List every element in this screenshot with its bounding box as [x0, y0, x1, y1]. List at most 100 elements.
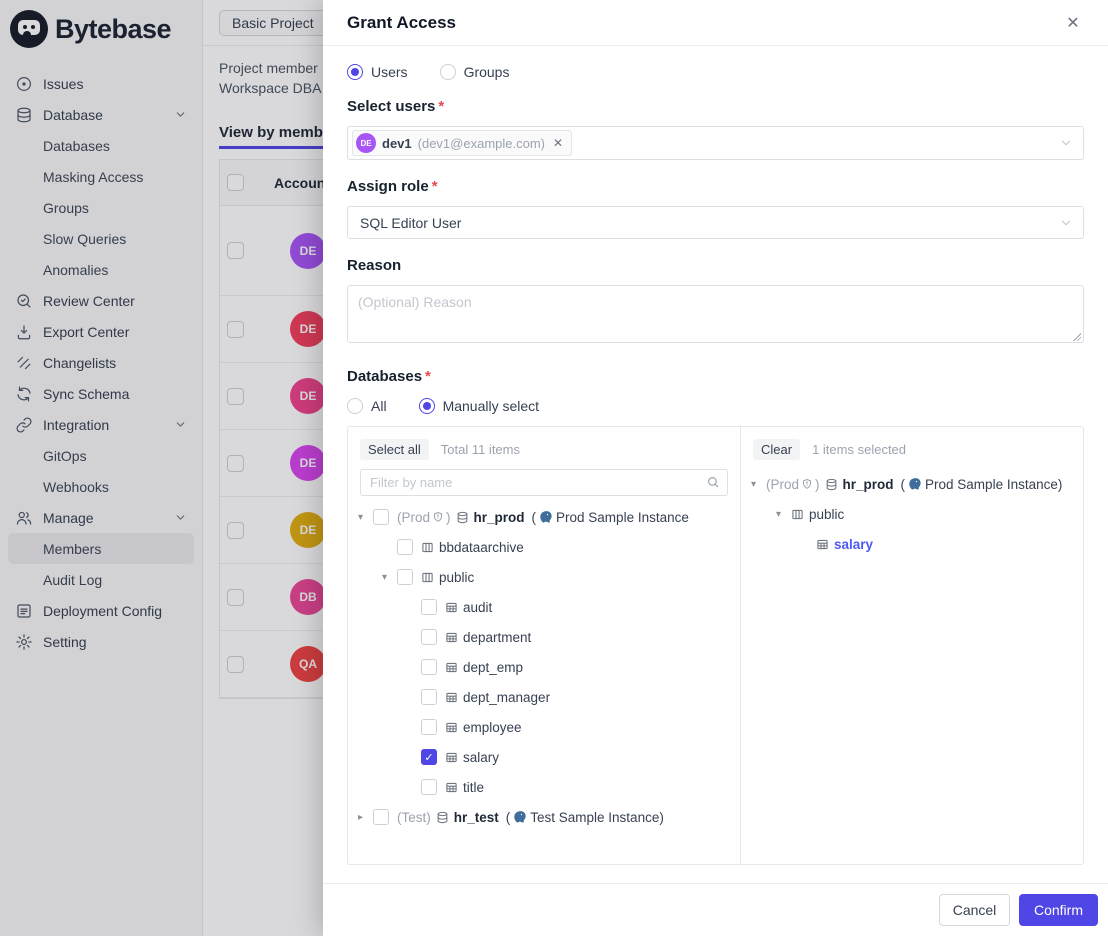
required-asterisk: *: [438, 98, 444, 115]
transfer-selected-panel: Clear 1 items selected ▾(Prod )hr_prod( …: [741, 427, 1083, 864]
tree-row-hr_prod[interactable]: ▾(Prod )hr_prod( Prod Sample Instance: [348, 502, 740, 532]
assign-role-select[interactable]: SQL Editor User: [347, 206, 1084, 239]
chip-user-email: (dev1@example.com): [418, 136, 545, 151]
databases-label: Databases*: [347, 368, 1084, 388]
source-tree: ▾(Prod )hr_prod( Prod Sample Instancebbd…: [348, 502, 740, 832]
reason-input[interactable]: [347, 285, 1084, 343]
tree-checkbox[interactable]: [421, 659, 437, 675]
tree-node-name: hr_prod: [474, 510, 525, 525]
environment-label: (Prod ): [397, 510, 451, 525]
tree-expand-open-icon[interactable]: ▾: [382, 572, 397, 583]
tree-node-name: public: [809, 507, 844, 522]
users-radio[interactable]: [347, 64, 363, 80]
table-icon: [445, 661, 458, 674]
selected-user-chip: DE dev1 (dev1@example.com) ✕: [352, 130, 572, 156]
users-radio-label[interactable]: Users: [371, 64, 408, 80]
tree-row-dept_emp[interactable]: dept_emp: [348, 652, 740, 682]
tree-checkbox[interactable]: [421, 719, 437, 735]
tree-node-name: dept_emp: [463, 660, 523, 675]
tree-checkbox[interactable]: [421, 779, 437, 795]
all-databases-radio[interactable]: [347, 398, 363, 414]
tree-expand-closed-icon[interactable]: ▸: [358, 812, 373, 823]
manually-select-radio-label[interactable]: Manually select: [443, 398, 540, 414]
tree-row-dept_manager[interactable]: dept_manager: [348, 682, 740, 712]
tree-checkbox[interactable]: [421, 629, 437, 645]
tree-checkbox[interactable]: ✓: [421, 749, 437, 765]
grant-access-modal: Grant Access ✕ Users Groups Select users…: [323, 0, 1108, 936]
instance-label: ( Test Sample Instance): [506, 810, 664, 825]
modal-body: Users Groups Select users* DE dev1 (dev1…: [323, 46, 1108, 877]
tree-checkbox[interactable]: [397, 569, 413, 585]
shield-icon: [801, 478, 813, 490]
tree-row-salary[interactable]: ✓ salary: [348, 742, 740, 772]
chevron-down-icon: [1059, 216, 1073, 230]
tree-node-name: hr_test: [454, 810, 499, 825]
environment-label: (Prod ): [766, 477, 820, 492]
select-users-input[interactable]: DE dev1 (dev1@example.com) ✕: [347, 126, 1084, 160]
tree-row-employee[interactable]: employee: [348, 712, 740, 742]
tree-expand-open-icon[interactable]: ▾: [751, 479, 766, 490]
table-icon: [445, 631, 458, 644]
required-asterisk: *: [425, 368, 431, 385]
tree-row-hr_test[interactable]: ▸(Test)hr_test( Test Sample Instance): [348, 802, 740, 832]
postgres-icon: [539, 510, 553, 524]
postgres-icon: [513, 810, 527, 824]
manually-select-radio[interactable]: [419, 398, 435, 414]
tree-checkbox[interactable]: [421, 599, 437, 615]
shield-icon: [432, 511, 444, 523]
tree-node-name: salary: [834, 537, 873, 552]
schema-icon: [791, 508, 804, 521]
tree-node-name: employee: [463, 720, 522, 735]
tree-row-department[interactable]: department: [348, 622, 740, 652]
close-icon[interactable]: ✕: [1062, 12, 1084, 34]
clear-button[interactable]: Clear: [753, 439, 800, 460]
tree-node-name: department: [463, 630, 531, 645]
tree-row-bbdataarchive[interactable]: bbdataarchive: [348, 532, 740, 562]
reason-field-wrap: [347, 285, 1084, 368]
tree-row-salary[interactable]: salary: [741, 529, 1083, 559]
table-icon: [445, 751, 458, 764]
databases-scope-radio-group: All Manually select: [347, 396, 1084, 416]
tree-node-name: salary: [463, 750, 499, 765]
tree-row-title[interactable]: title: [348, 772, 740, 802]
tree-node-name: audit: [463, 600, 492, 615]
required-asterisk: *: [432, 178, 438, 195]
table-icon: [445, 781, 458, 794]
tree-node-name: dept_manager: [463, 690, 550, 705]
chevron-down-icon: [1059, 136, 1073, 150]
select-users-label: Select users*: [347, 98, 1084, 118]
table-icon: [445, 601, 458, 614]
tree-checkbox[interactable]: [421, 689, 437, 705]
groups-radio-label[interactable]: Groups: [464, 64, 510, 80]
modal-title: Grant Access: [347, 13, 456, 33]
tree-row-audit[interactable]: audit: [348, 592, 740, 622]
tree-row-public[interactable]: ▾ public: [741, 499, 1083, 529]
assign-role-label: Assign role*: [347, 178, 1084, 198]
filter-by-name-input[interactable]: [360, 469, 728, 496]
database-icon: [456, 511, 469, 524]
chip-remove-icon[interactable]: ✕: [553, 136, 563, 150]
tree-checkbox[interactable]: [397, 539, 413, 555]
avatar: DE: [356, 133, 376, 153]
instance-label: ( Prod Sample Instance): [901, 477, 1063, 492]
tree-expand-open-icon[interactable]: ▾: [358, 512, 373, 523]
all-databases-radio-label[interactable]: All: [371, 398, 387, 414]
tree-expand-open-icon[interactable]: ▾: [776, 509, 791, 520]
tree-checkbox[interactable]: [373, 809, 389, 825]
total-items-text: Total 11 items: [441, 442, 520, 457]
tree-node-name: bbdataarchive: [439, 540, 524, 555]
tree-checkbox[interactable]: [373, 509, 389, 525]
cancel-button[interactable]: Cancel: [939, 894, 1010, 926]
table-icon: [445, 721, 458, 734]
confirm-button[interactable]: Confirm: [1019, 894, 1098, 926]
database-transfer-panel: Select all Total 11 items ▾(Prod )hr_pro…: [347, 426, 1084, 865]
chip-user-name: dev1: [382, 136, 412, 151]
tree-row-public[interactable]: ▾ public: [348, 562, 740, 592]
database-icon: [825, 478, 838, 491]
tree-row-hr_prod[interactable]: ▾(Prod )hr_prod( Prod Sample Instance): [741, 469, 1083, 499]
tree-node-name: public: [439, 570, 474, 585]
select-all-button[interactable]: Select all: [360, 439, 429, 460]
groups-radio[interactable]: [440, 64, 456, 80]
modal-footer: Cancel Confirm: [323, 883, 1108, 936]
filter-field-wrap: [360, 469, 728, 496]
